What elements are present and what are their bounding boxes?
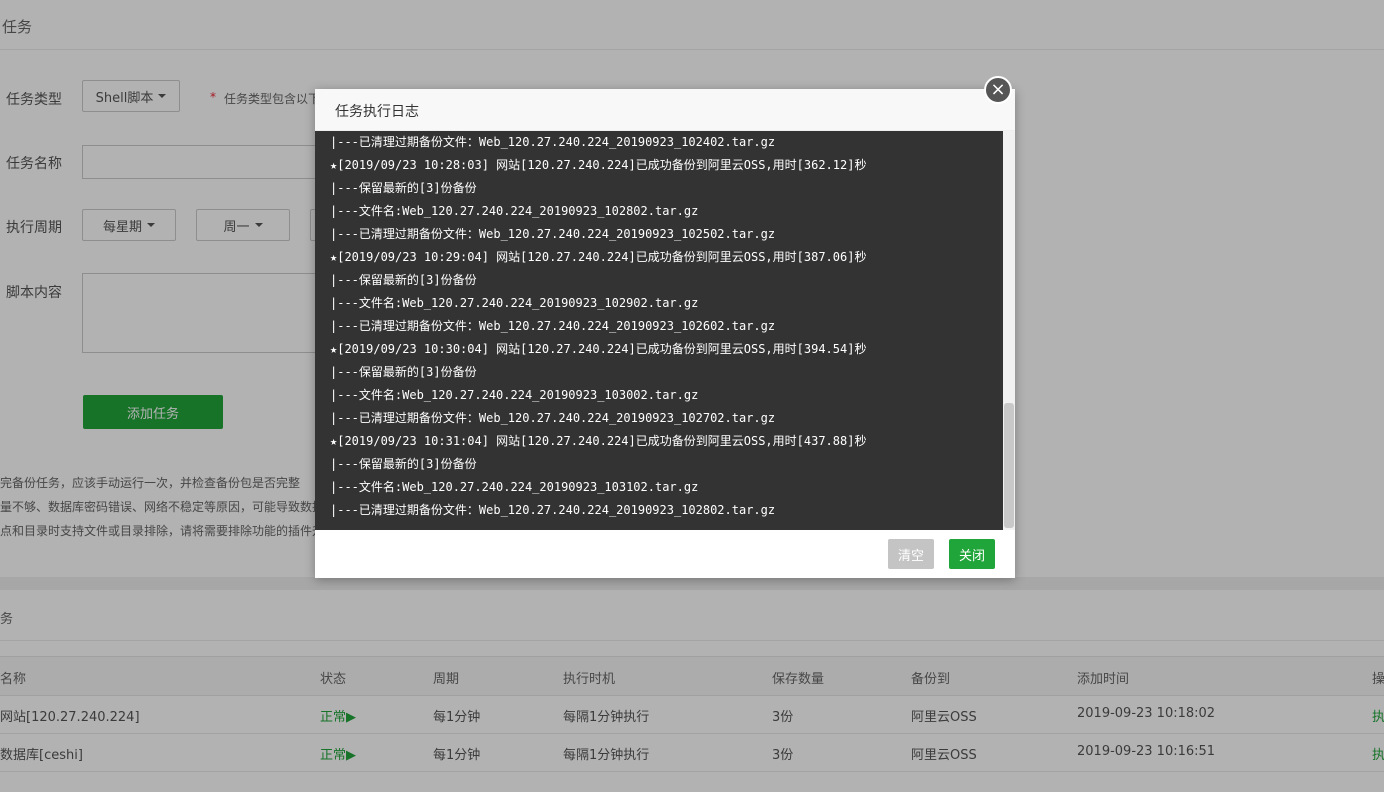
log-line: |---文件名:Web_120.27.240.224_20190923_1031… xyxy=(330,480,699,494)
log-lines: |---已清理过期备份文件：Web_120.27.240.224_2019092… xyxy=(315,131,1015,522)
log-line: |---文件名:Web_120.27.240.224_20190923_1030… xyxy=(330,388,699,402)
log-line: |---保留最新的[3]份备份 xyxy=(330,273,477,287)
log-line: |---已清理过期备份文件：Web_120.27.240.224_2019092… xyxy=(330,411,776,425)
scrollbar-thumb[interactable] xyxy=(1004,403,1014,528)
log-line: ★[2019/09/23 10:30:04] 网站[120.27.240.224… xyxy=(330,342,867,356)
dialog-header: 任务执行日志 xyxy=(315,89,1015,131)
log-line: |---已清理过期备份文件：Web_120.27.240.224_2019092… xyxy=(330,135,776,149)
log-output[interactable]: |---已清理过期备份文件：Web_120.27.240.224_2019092… xyxy=(315,131,1015,530)
log-line: |---已清理过期备份文件：Web_120.27.240.224_2019092… xyxy=(330,503,776,517)
close-button[interactable]: 关闭 xyxy=(949,539,995,569)
clear-button[interactable]: 清空 xyxy=(888,539,934,569)
log-line: |---保留最新的[3]份备份 xyxy=(330,181,477,195)
dialog-footer: 清空 关闭 xyxy=(315,530,1015,578)
log-line: |---已清理过期备份文件：Web_120.27.240.224_2019092… xyxy=(330,227,776,241)
log-line: ★[2019/09/23 10:29:04] 网站[120.27.240.224… xyxy=(330,250,867,264)
log-line: ★[2019/09/23 10:28:03] 网站[120.27.240.224… xyxy=(330,158,867,172)
scrollbar[interactable] xyxy=(1003,131,1015,530)
log-line: |---保留最新的[3]份备份 xyxy=(330,365,477,379)
log-line: |---文件名:Web_120.27.240.224_20190923_1029… xyxy=(330,296,699,310)
close-icon[interactable]: × xyxy=(984,76,1012,104)
task-log-dialog: 任务执行日志 |---已清理过期备份文件：Web_120.27.240.224_… xyxy=(315,89,1015,578)
log-line: |---文件名:Web_120.27.240.224_20190923_1028… xyxy=(330,204,699,218)
log-line: |---保留最新的[3]份备份 xyxy=(330,457,477,471)
dialog-title: 任务执行日志 xyxy=(335,104,419,120)
log-line: ★[2019/09/23 10:31:04] 网站[120.27.240.224… xyxy=(330,434,867,448)
log-line: |---已清理过期备份文件：Web_120.27.240.224_2019092… xyxy=(330,319,776,333)
